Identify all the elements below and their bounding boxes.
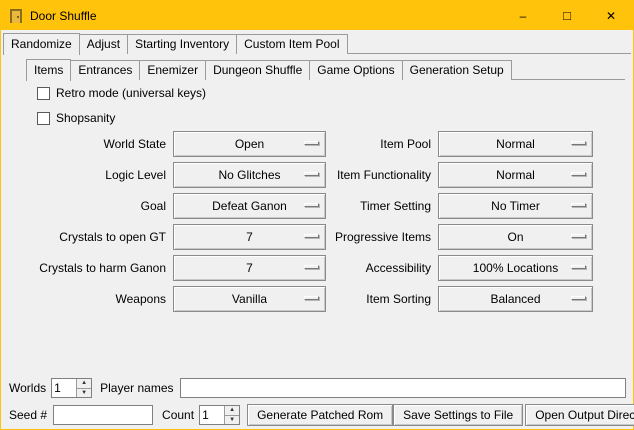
accessibility-label: Accessibility: [333, 261, 431, 275]
worlds-input[interactable]: [52, 379, 76, 397]
dropdown-indicator-icon: [304, 172, 319, 176]
dropdown-indicator-icon: [571, 141, 586, 145]
seed-row: Seed # Count ▲ ▼ Generate Patched Rom Sa…: [9, 404, 626, 426]
world-state-dropdown[interactable]: Open: [173, 131, 326, 157]
tab-randomize[interactable]: Randomize: [3, 33, 80, 55]
progressive-items-label: Progressive Items: [333, 230, 431, 244]
goal-label: Goal: [1, 199, 166, 213]
dropdown-indicator-icon: [304, 141, 319, 145]
crystals-gt-dropdown[interactable]: 7: [173, 224, 326, 250]
crystals-gt-label: Crystals to open GT: [1, 230, 166, 244]
dropdown-indicator-icon: [304, 265, 319, 269]
dropdown-indicator-icon: [304, 296, 319, 300]
worlds-spinner-buttons: ▲ ▼: [76, 379, 91, 397]
accessibility-dropdown[interactable]: 100% Locations: [438, 255, 593, 281]
player-names-input[interactable]: [180, 378, 627, 398]
tab-entrances[interactable]: Entrances: [70, 60, 140, 80]
crystals-ganon-dropdown[interactable]: 7: [173, 255, 326, 281]
timer-setting-label: Timer Setting: [333, 199, 431, 213]
world-state-label: World State: [1, 137, 166, 151]
item-sorting-value: Balanced: [490, 292, 540, 306]
shopsanity-checkbutton[interactable]: Shopsanity: [37, 110, 115, 126]
worlds-row: Worlds ▲ ▼ Player names: [9, 377, 626, 399]
dropdown-indicator-icon: [571, 234, 586, 238]
window-title: Door Shuffle: [30, 9, 97, 23]
weapons-dropdown[interactable]: Vanilla: [173, 286, 326, 312]
seed-label: Seed #: [9, 408, 47, 422]
item-sorting-dropdown[interactable]: Balanced: [438, 286, 593, 312]
timer-setting-dropdown[interactable]: No Timer: [438, 193, 593, 219]
dropdown-indicator-icon: [304, 234, 319, 238]
tab-generation-setup[interactable]: Generation Setup: [402, 60, 512, 80]
count-input[interactable]: [200, 406, 224, 424]
tab-dungeon-shuffle[interactable]: Dungeon Shuffle: [205, 60, 310, 80]
dropdown-indicator-icon: [304, 203, 319, 207]
tab-game-options[interactable]: Game Options: [309, 60, 402, 80]
goal-dropdown[interactable]: Defeat Ganon: [173, 193, 326, 219]
worlds-spinner[interactable]: ▲ ▼: [51, 378, 92, 398]
open-output-directory-button[interactable]: Open Output Directory: [525, 404, 634, 426]
logic-level-label: Logic Level: [1, 168, 166, 182]
main-tab-bar: Randomize Adjust Starting Inventory Cust…: [3, 32, 631, 54]
item-functionality-value: Normal: [496, 168, 535, 182]
dropdown-indicator-icon: [571, 203, 586, 207]
shopsanity-checkbox[interactable]: [37, 112, 50, 125]
count-label: Count: [162, 408, 194, 422]
options-grid: World State Open Item Pool Normal Logic …: [1, 131, 593, 312]
retro-mode-label: Retro mode (universal keys): [56, 86, 206, 100]
titlebar[interactable]: Door Shuffle – □ ✕: [1, 1, 633, 30]
dropdown-indicator-icon: [571, 265, 586, 269]
item-sorting-label: Item Sorting: [333, 292, 431, 306]
tab-starting-inventory[interactable]: Starting Inventory: [127, 34, 237, 54]
spinner-up-icon[interactable]: ▲: [77, 379, 91, 389]
weapons-value: Vanilla: [232, 292, 267, 306]
item-functionality-label: Item Functionality: [333, 168, 431, 182]
player-names-label: Player names: [100, 381, 173, 395]
goal-value: Defeat Ganon: [212, 199, 287, 213]
item-functionality-dropdown[interactable]: Normal: [438, 162, 593, 188]
progressive-items-value: On: [507, 230, 523, 244]
spinner-down-icon[interactable]: ▼: [77, 389, 91, 398]
dropdown-indicator-icon: [571, 172, 586, 176]
retro-mode-checkbutton[interactable]: Retro mode (universal keys): [37, 85, 206, 101]
count-spinner[interactable]: ▲ ▼: [199, 405, 240, 425]
timer-setting-value: No Timer: [491, 199, 540, 213]
count-spinner-buttons: ▲ ▼: [224, 406, 239, 424]
crystals-ganon-value: 7: [246, 261, 253, 275]
generate-patched-rom-button[interactable]: Generate Patched Rom: [247, 404, 393, 426]
dropdown-indicator-icon: [571, 296, 586, 300]
item-pool-dropdown[interactable]: Normal: [438, 131, 593, 157]
crystals-gt-value: 7: [246, 230, 253, 244]
progressive-items-dropdown[interactable]: On: [438, 224, 593, 250]
tab-items[interactable]: Items: [26, 59, 71, 81]
shopsanity-label: Shopsanity: [56, 111, 115, 125]
crystals-ganon-label: Crystals to harm Ganon: [1, 261, 166, 275]
accessibility-value: 100% Locations: [473, 261, 558, 275]
seed-input[interactable]: [53, 405, 153, 425]
weapons-label: Weapons: [1, 292, 166, 306]
logic-level-value: No Glitches: [218, 168, 280, 182]
spinner-up-icon[interactable]: ▲: [225, 406, 239, 416]
close-icon[interactable]: ✕: [589, 1, 633, 30]
tab-custom-item-pool[interactable]: Custom Item Pool: [236, 34, 347, 54]
door-shuffle-window: Door Shuffle – □ ✕ Randomize Adjust Star…: [0, 0, 634, 430]
logic-level-dropdown[interactable]: No Glitches: [173, 162, 326, 188]
save-settings-button[interactable]: Save Settings to File: [393, 404, 523, 426]
window-controls: – □ ✕: [501, 1, 633, 30]
world-state-value: Open: [235, 137, 264, 151]
app-icon: [8, 8, 24, 24]
tab-adjust[interactable]: Adjust: [79, 34, 128, 54]
tab-enemizer[interactable]: Enemizer: [139, 60, 206, 80]
worlds-label: Worlds: [9, 381, 46, 395]
spinner-down-icon[interactable]: ▼: [225, 416, 239, 425]
retro-mode-checkbox[interactable]: [37, 87, 50, 100]
minimize-icon[interactable]: –: [501, 1, 545, 30]
item-pool-label: Item Pool: [333, 137, 431, 151]
maximize-icon[interactable]: □: [545, 1, 589, 30]
sub-tab-bar: Items Entrances Enemizer Dungeon Shuffle…: [26, 59, 625, 80]
item-pool-value: Normal: [496, 137, 535, 151]
